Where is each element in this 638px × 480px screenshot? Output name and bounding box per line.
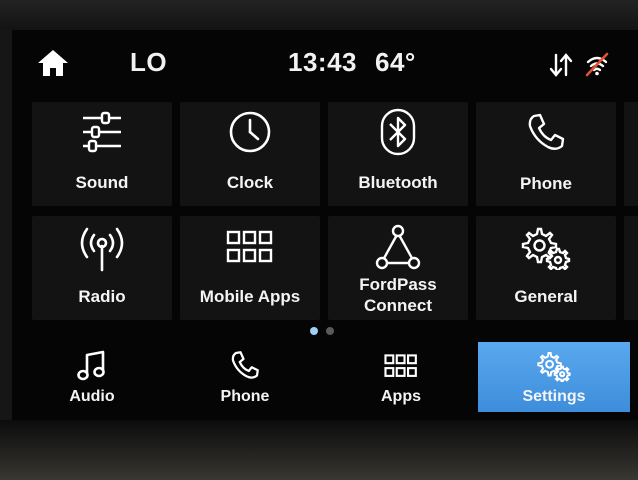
phone-icon xyxy=(528,113,565,150)
radio-antenna-icon xyxy=(80,227,124,272)
tile-radio[interactable]: Radio xyxy=(32,216,172,320)
clock-icon xyxy=(229,111,271,153)
display-bezel-top xyxy=(0,0,638,30)
infotainment-screen: LO 13:43 64° Sound Clock Bluetooth Phone… xyxy=(12,30,638,420)
tile-label: Clock xyxy=(226,173,274,192)
nav-settings[interactable]: Settings xyxy=(478,342,630,412)
nav-label: Apps xyxy=(381,388,421,405)
music-note-icon xyxy=(77,350,105,381)
tile-label: Sound xyxy=(75,173,129,192)
data-transfer-icon xyxy=(549,53,573,77)
status-bar: LO 13:43 64° xyxy=(12,30,638,96)
nav-label: Settings xyxy=(522,388,586,405)
tile-sound[interactable]: Sound xyxy=(32,102,172,206)
page-dot-active[interactable] xyxy=(310,327,318,335)
tile-bluetooth[interactable]: Bluetooth xyxy=(328,102,468,206)
next-page-edge xyxy=(624,102,638,206)
display-bezel-bottom xyxy=(0,420,638,480)
network-triangle-icon xyxy=(375,224,421,270)
tile-label: Radio xyxy=(78,287,126,306)
wifi-disabled-icon xyxy=(585,52,609,77)
nav-apps[interactable]: Apps xyxy=(336,342,466,412)
equalizer-sliders-icon xyxy=(83,111,121,153)
outside-temperature: 64° xyxy=(375,47,416,77)
tile-label: Bluetooth xyxy=(358,173,438,192)
tile-clock[interactable]: Clock xyxy=(180,102,320,206)
bluetooth-icon xyxy=(380,108,416,156)
gears-icon xyxy=(521,227,571,270)
status-clock: 13:43 xyxy=(288,47,357,77)
tile-general[interactable]: General xyxy=(476,216,616,320)
tile-label-line1: FordPass xyxy=(359,275,437,294)
page-indicator xyxy=(310,327,350,337)
nav-audio[interactable]: Audio xyxy=(32,342,152,412)
home-icon[interactable] xyxy=(36,48,70,78)
phone-icon xyxy=(231,351,259,379)
page-dot[interactable] xyxy=(326,327,334,335)
app-grid-icon xyxy=(384,354,417,377)
climate-fan-level: LO xyxy=(130,47,168,77)
tile-label: Phone xyxy=(520,174,572,193)
gears-icon xyxy=(537,352,571,382)
tile-label: Mobile Apps xyxy=(199,287,301,306)
bottom-navigation: Audio Phone Apps Settings xyxy=(12,342,638,414)
tile-label-line2: Connect xyxy=(364,296,432,315)
nav-label: Audio xyxy=(69,388,115,405)
tile-mobile-apps[interactable]: Mobile Apps xyxy=(180,216,320,320)
tile-phone[interactable]: Phone xyxy=(476,102,616,206)
app-grid-icon xyxy=(226,230,273,263)
next-page-edge xyxy=(624,216,638,320)
tile-label: General xyxy=(514,287,578,306)
tile-fordpass-connect[interactable]: FordPass Connect xyxy=(328,216,468,320)
nav-phone[interactable]: Phone xyxy=(180,342,310,412)
nav-label: Phone xyxy=(220,388,270,405)
